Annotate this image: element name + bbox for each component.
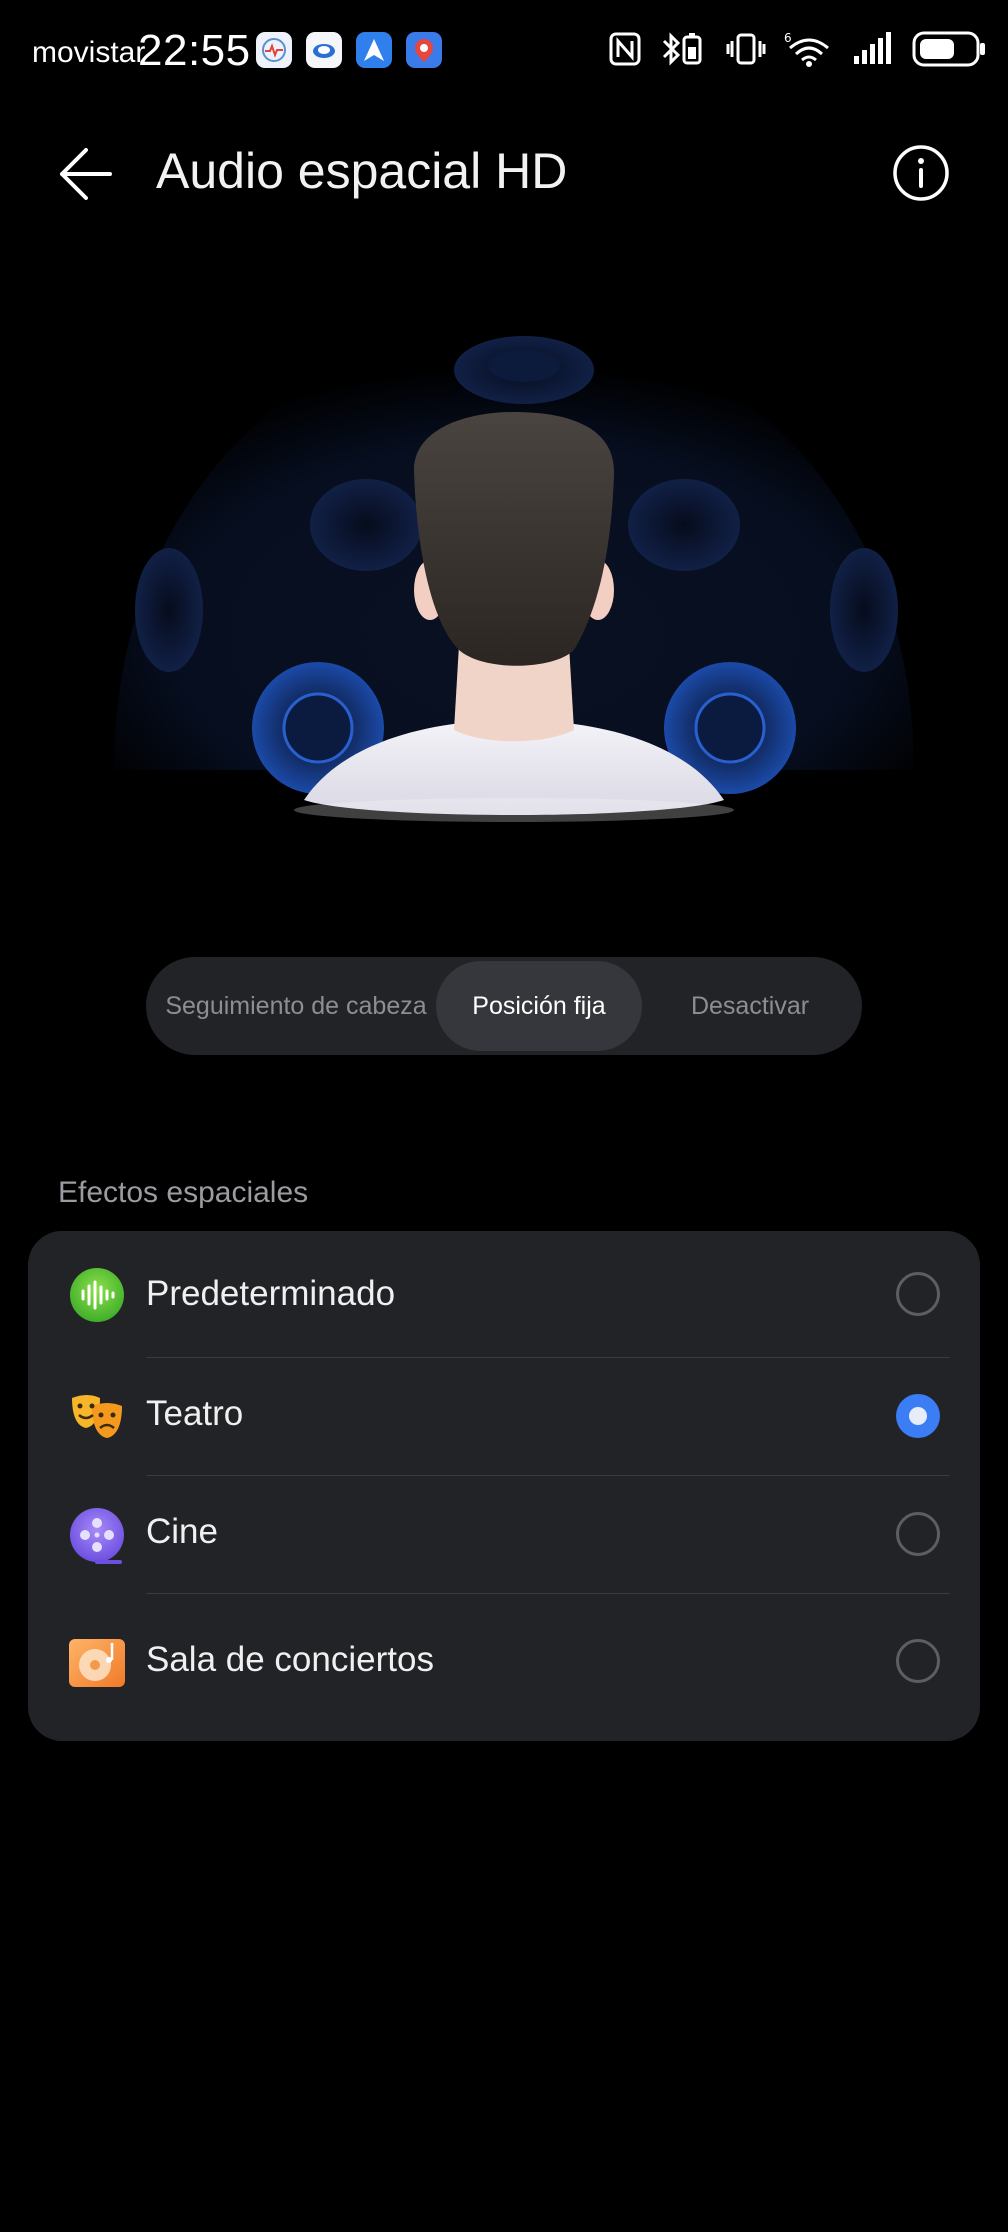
arrow-left-icon [60,148,112,200]
radio-cinema[interactable] [896,1512,940,1556]
effect-option-theater[interactable]: Teatro [28,1358,980,1475]
music-disc-icon [69,1639,125,1687]
page-title: Audio espacial HD [156,143,568,199]
effect-option-concert-hall[interactable]: Sala de conciertos [28,1594,980,1741]
mode-option-fixed-position[interactable]: Posición fija [436,961,642,1051]
info-button[interactable] [892,144,950,202]
info-icon [893,145,949,201]
effect-label-cinema: Cine [146,1512,218,1551]
mode-segmented-control: Seguimiento de cabeza Posición fija Desa… [146,957,862,1055]
spatial-audio-illustration [104,300,924,860]
wifi-6-icon: 6 [784,31,829,67]
notification-icons [256,32,442,68]
status-bar: movistar 22:55 6 [0,0,1008,108]
bluetooth-battery-icon [662,32,702,66]
radio-theater[interactable] [896,1394,940,1438]
svg-text:6: 6 [784,31,792,45]
carrier-name: movistar [32,36,146,69]
radio-concert-hall[interactable] [896,1639,940,1683]
battery-icon [912,31,985,67]
system-status-icons: 6 [608,30,988,68]
paper-plane-app-icon [356,32,392,68]
soundwave-icon [70,1268,124,1322]
signal-icon [854,32,891,64]
effect-option-default[interactable]: Predeterminado [28,1231,980,1357]
maps-pin-app-icon [406,32,442,68]
cloud-app-icon [306,32,342,68]
heart-rate-app-icon [256,32,292,68]
theater-masks-icon [72,1395,122,1438]
mode-option-off[interactable]: Desactivar [646,961,854,1051]
screen: movistar 22:55 6 Audio espacial HD Segui… [0,0,1008,2232]
back-button[interactable] [56,146,116,202]
film-reel-icon [70,1508,124,1564]
mode-option-head-tracking[interactable]: Seguimiento de cabeza [152,961,440,1051]
effect-option-cinema[interactable]: Cine [28,1476,980,1593]
effect-label-theater: Teatro [146,1394,244,1433]
vibrate-icon [726,33,766,65]
status-time: 22:55 [138,26,251,75]
spatial-effects-list: Predeterminado Teatro Cine Sala de conci… [28,1231,980,1741]
effect-label-concert-hall: Sala de conciertos [146,1640,434,1679]
nfc-icon [609,32,641,66]
effect-label-default: Predeterminado [146,1274,396,1313]
section-label-spatial-effects: Efectos espaciales [58,1176,309,1209]
radio-default[interactable] [896,1272,940,1316]
